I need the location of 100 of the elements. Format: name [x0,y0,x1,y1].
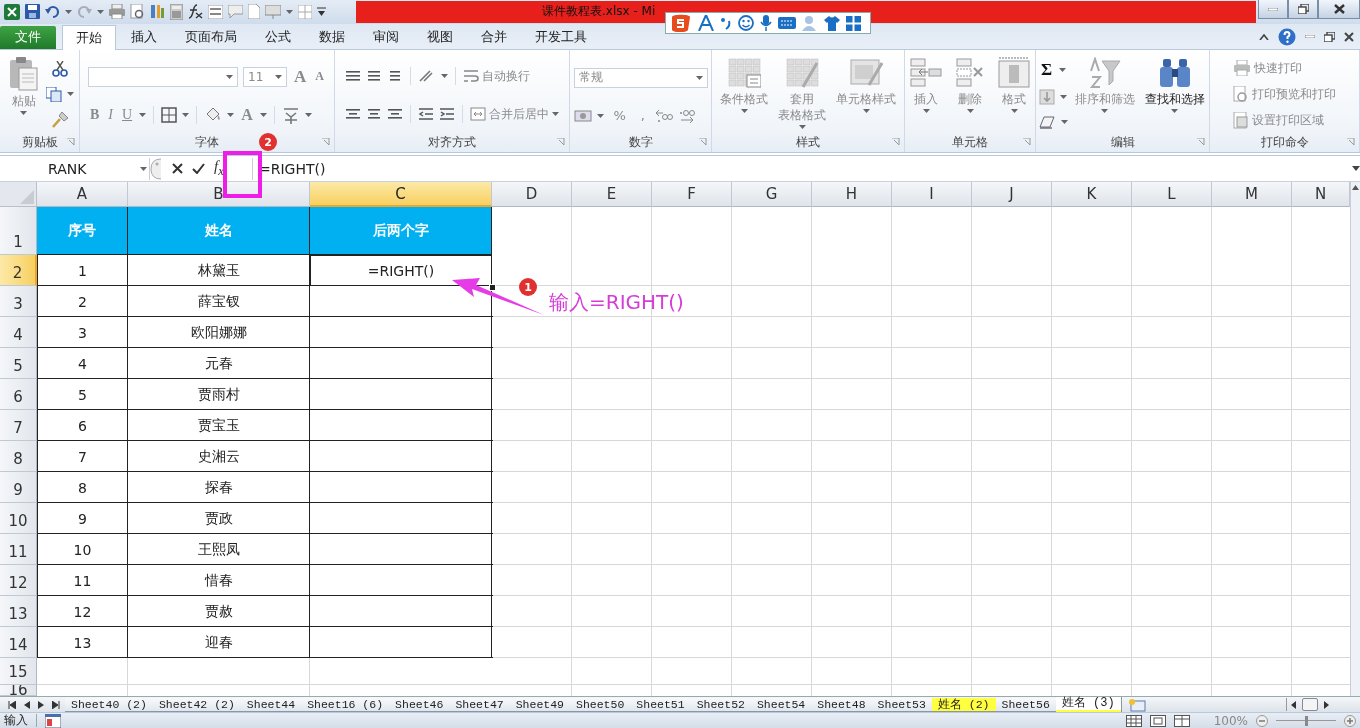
ime-logo-icon[interactable] [670,14,692,32]
column-header[interactable]: C [310,182,492,207]
page-break-view-icon[interactable] [1173,714,1190,727]
column-header[interactable]: I [892,182,972,207]
apps-grid-icon[interactable] [846,15,861,31]
copy-icon[interactable] [45,86,62,102]
caret-icon[interactable] [66,92,74,97]
row-header[interactable]: 11 [0,534,37,565]
row-header[interactable]: 4 [0,317,37,348]
sort-icon[interactable] [150,4,165,20]
normal-view-icon[interactable] [1125,714,1142,727]
caret-icon[interactable] [227,112,235,117]
previous-sheet-icon[interactable] [24,700,30,709]
fill-handle[interactable] [489,284,496,291]
fill-down-icon[interactable] [1038,89,1055,106]
formula-input-field[interactable]: =RIGHT() [252,157,1352,180]
row-header[interactable]: 2 [0,255,37,286]
minimize-icon[interactable] [1268,7,1278,11]
restore-icon[interactable] [1324,31,1335,42]
scroll-right-icon[interactable] [1324,700,1329,709]
align-center-icon[interactable] [366,107,382,122]
file-tab[interactable]: 文件 [0,26,56,50]
close-button[interactable] [1318,0,1360,19]
sheet-tab[interactable]: Sheet56 [995,698,1057,712]
row-header[interactable]: 13 [0,596,37,627]
sheet-tab[interactable]: Sheet47 [449,698,511,712]
align-middle-icon[interactable] [366,69,382,84]
row-header[interactable]: 7 [0,410,37,441]
ribbon-tab[interactable]: 合并 [468,26,520,50]
caret-icon[interactable] [97,9,104,14]
currency-icon[interactable] [573,108,592,123]
caret-icon[interactable] [139,112,147,117]
ribbon-tab[interactable]: 开发工具 [522,26,600,50]
sheet-tab[interactable]: Sheet53 [871,698,933,712]
function-icon[interactable] [188,4,203,20]
ribbon-tab[interactable]: 数据 [306,26,358,50]
cancel-icon[interactable] [172,163,183,175]
caret-icon[interactable] [259,112,267,117]
sheet-tab[interactable]: Sheet51 [630,698,692,712]
row-header[interactable]: 1 [0,207,37,255]
close-icon[interactable] [1344,31,1354,42]
ribbon-tab[interactable]: 视图 [414,26,466,50]
column-header[interactable]: B [128,182,310,207]
row-header[interactable]: 8 [0,441,37,472]
excel-logo-icon[interactable] [4,3,20,20]
caret-icon[interactable] [182,112,190,117]
last-sheet-icon[interactable] [52,700,60,709]
font-name-field[interactable] [88,66,238,87]
binoculars-icon[interactable] [1157,57,1192,90]
collapse-ribbon-icon[interactable] [1259,33,1269,40]
sheet-tab[interactable]: Sheet16 (6) [301,698,391,712]
active-cell[interactable]: =RIGHT() [310,255,492,286]
sheet-tab[interactable]: Sheet52 [690,698,752,712]
increase-indent-icon[interactable] [439,107,455,122]
column-header[interactable]: K [1052,182,1132,207]
row-header[interactable]: 6 [0,379,37,410]
caret-icon[interactable] [140,166,147,171]
help-icon[interactable] [1278,27,1296,46]
autosum-button[interactable]: Σ [1038,60,1055,80]
column-header[interactable]: G [732,182,812,207]
caret-icon[interactable] [1059,68,1067,72]
sheet-tab[interactable]: Sheet40 (2) [65,698,154,712]
caret-icon[interactable] [226,74,233,79]
next-sheet-icon[interactable] [38,700,44,709]
restore-icon[interactable] [1297,4,1309,14]
sheet-tab[interactable]: Sheet44 [240,698,303,712]
minimize-button[interactable] [1258,0,1288,19]
text-orientation-icon[interactable] [418,69,436,84]
align-right-icon[interactable] [387,107,403,122]
column-header[interactable]: N [1292,182,1350,207]
sheet-tab[interactable]: 姓名 (2) [931,698,997,712]
microphone-icon[interactable] [760,15,772,31]
caret-icon[interactable] [65,9,72,14]
phonetic-guide-icon[interactable] [281,105,300,124]
sheet-tab[interactable]: Sheet48 [811,698,873,712]
column-header[interactable]: J [972,182,1052,207]
row-header[interactable]: 14 [0,627,37,658]
smiley-icon[interactable] [738,15,754,31]
fill-color-icon[interactable] [204,106,223,123]
first-sheet-icon[interactable] [8,700,16,709]
record-macro-icon[interactable] [45,713,61,728]
row-header[interactable]: 9 [0,472,37,503]
ribbon-tab[interactable]: 开始 [62,25,116,51]
restore-button[interactable] [1288,0,1318,19]
decrease-decimal-icon[interactable] [678,108,696,123]
zoom-slider-thumb[interactable] [1305,715,1308,726]
zoom-out-icon[interactable] [1256,714,1268,727]
caret-icon[interactable] [441,74,448,79]
text-style-icon[interactable] [698,15,714,31]
column-header[interactable]: A [37,182,128,207]
expand-formula-bar-icon[interactable] [1352,164,1360,173]
caret-icon[interactable] [304,112,312,117]
page-layout-view-icon[interactable] [1149,714,1166,727]
enter-check-icon[interactable] [192,163,205,175]
scroll-left-icon[interactable] [1291,700,1296,709]
caret-icon[interactable] [1059,95,1067,100]
sheet-tab[interactable]: Sheet42 (2) [152,698,242,712]
column-header[interactable]: D [492,182,572,207]
sheet-tab[interactable]: Sheet50 [570,698,632,712]
column-header[interactable]: H [812,182,892,207]
